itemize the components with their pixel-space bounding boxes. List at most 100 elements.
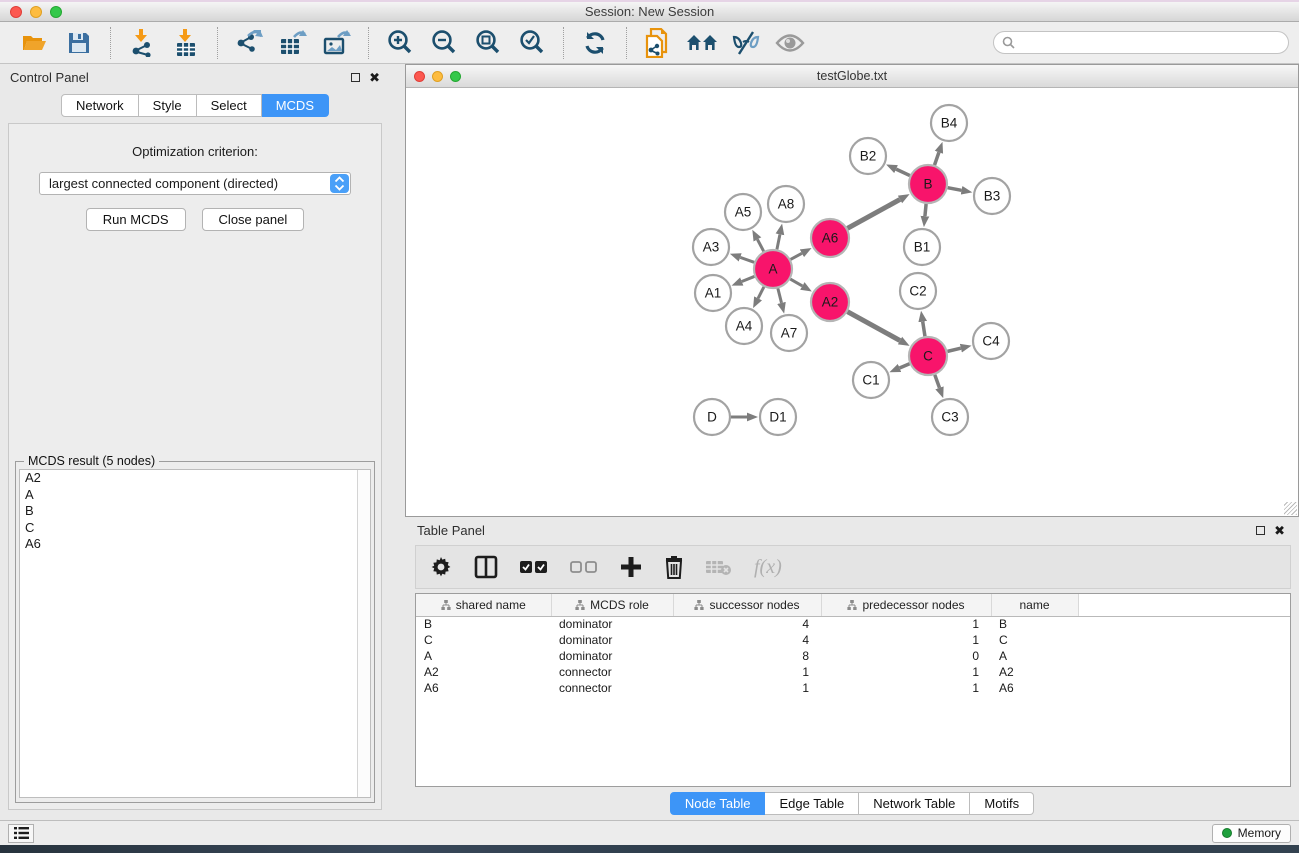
network-minimize-icon[interactable] <box>432 71 443 82</box>
graph-node-C2[interactable]: C2 <box>900 273 936 309</box>
memory-button[interactable]: Memory <box>1212 824 1291 843</box>
edge-C-C2[interactable] <box>923 322 925 337</box>
column-header-predecessor-nodes[interactable]: predecessor nodes <box>821 594 991 616</box>
edge-A-A3[interactable] <box>740 257 754 262</box>
delete-column-trash-icon[interactable] <box>664 555 684 579</box>
window-resize-grip[interactable] <box>1284 502 1297 515</box>
tab-select[interactable]: Select <box>197 94 262 117</box>
graph-node-A7[interactable]: A7 <box>771 315 807 351</box>
refresh-network-icon[interactable] <box>578 27 612 59</box>
close-panel-button[interactable]: Close panel <box>202 208 305 231</box>
network-canvas[interactable]: B4B2BB3A8A5A6A3B1AC2A1A2A4A7C4CC1C3DD1 <box>406 88 1298 516</box>
graph-node-D1[interactable]: D1 <box>760 399 796 435</box>
minimize-window-icon[interactable] <box>30 6 42 18</box>
network-close-icon[interactable] <box>414 71 425 82</box>
edge-A-A4[interactable] <box>758 287 764 299</box>
show-eye-icon[interactable] <box>773 27 807 59</box>
column-header-successor-nodes[interactable]: successor nodes <box>673 594 821 616</box>
graph-node-B3[interactable]: B3 <box>974 178 1010 214</box>
result-list-item[interactable]: A6 <box>20 536 370 553</box>
zoom-in-icon[interactable] <box>383 27 417 59</box>
network-window-titlebar[interactable]: testGlobe.txt <box>406 65 1298 88</box>
edge-B-B2[interactable] <box>896 169 910 175</box>
edge-C-C4[interactable] <box>947 348 960 351</box>
graph-node-B4[interactable]: B4 <box>931 105 967 141</box>
table-row[interactable]: A2connector11A2 <box>416 664 1290 680</box>
close-table-panel-icon[interactable]: ✖ <box>1274 524 1285 537</box>
export-network-icon[interactable] <box>232 27 266 59</box>
table-row[interactable]: Cdominator41C <box>416 632 1290 648</box>
zoom-selected-icon[interactable] <box>515 27 549 59</box>
edge-A2-C[interactable] <box>848 312 900 341</box>
close-panel-icon[interactable]: ✖ <box>369 71 380 84</box>
zoom-window-icon[interactable] <box>50 6 62 18</box>
graph-node-B2[interactable]: B2 <box>850 138 886 174</box>
graph-node-A[interactable]: A <box>754 250 792 288</box>
edge-B-B1[interactable] <box>925 204 926 216</box>
float-table-panel-icon[interactable] <box>1256 526 1265 535</box>
run-mcds-button[interactable]: Run MCDS <box>86 208 186 231</box>
edge-C-C1[interactable] <box>900 364 910 368</box>
select-all-checkboxes-icon[interactable] <box>520 560 548 574</box>
delete-table-icon[interactable] <box>706 558 732 576</box>
graph-node-B1[interactable]: B1 <box>904 229 940 265</box>
import-table-icon[interactable] <box>169 27 203 59</box>
tab-node-table[interactable]: Node Table <box>670 792 766 815</box>
tab-network-table[interactable]: Network Table <box>859 792 970 815</box>
close-window-icon[interactable] <box>10 6 22 18</box>
criterion-select[interactable]: largest connected component (directed) <box>39 172 351 195</box>
tab-style[interactable]: Style <box>139 94 197 117</box>
export-image-icon[interactable] <box>320 27 354 59</box>
search-box[interactable] <box>993 31 1289 54</box>
column-header-shared-name[interactable]: shared name <box>416 594 551 616</box>
edge-B-B3[interactable] <box>948 188 962 191</box>
network-zoom-icon[interactable] <box>450 71 461 82</box>
graph-node-A2[interactable]: A2 <box>811 283 849 321</box>
result-scrollbar[interactable] <box>357 470 370 797</box>
column-header-MCDS-role[interactable]: MCDS role <box>551 594 673 616</box>
network-from-document-icon[interactable] <box>641 27 675 59</box>
search-input[interactable] <box>1020 36 1280 50</box>
column-header-name[interactable]: name <box>991 594 1078 616</box>
graph-node-C1[interactable]: C1 <box>853 362 889 398</box>
zoom-out-icon[interactable] <box>427 27 461 59</box>
task-history-button[interactable] <box>8 824 34 843</box>
result-list-item[interactable]: B <box>20 503 370 520</box>
open-session-icon[interactable] <box>18 27 52 59</box>
table-options-gear-icon[interactable] <box>430 556 452 578</box>
home-layout-icon[interactable] <box>685 27 719 59</box>
graph-node-A1[interactable]: A1 <box>695 275 731 311</box>
tab-mcds[interactable]: MCDS <box>262 94 329 117</box>
edge-A-A1[interactable] <box>742 276 755 281</box>
table-row[interactable]: A6connector11A6 <box>416 680 1290 696</box>
import-network-icon[interactable] <box>125 27 159 59</box>
graph-node-A3[interactable]: A3 <box>693 229 729 265</box>
save-session-icon[interactable] <box>62 27 96 59</box>
edge-A-A2[interactable] <box>790 279 802 286</box>
deselect-all-checkboxes-icon[interactable] <box>570 560 598 574</box>
export-table-icon[interactable] <box>276 27 310 59</box>
table-row[interactable]: Adominator80A <box>416 648 1290 664</box>
panel-splitter[interactable] <box>390 64 405 820</box>
graph-node-A6[interactable]: A6 <box>811 219 849 257</box>
edge-C-C3[interactable] <box>935 375 940 388</box>
edge-A-A8[interactable] <box>777 234 780 249</box>
graph-node-C3[interactable]: C3 <box>932 399 968 435</box>
graph-node-D[interactable]: D <box>694 399 730 435</box>
edge-A-A6[interactable] <box>791 253 802 259</box>
edge-A-A7[interactable] <box>778 288 782 303</box>
hide-graphics-details-icon[interactable] <box>729 27 763 59</box>
tab-motifs[interactable]: Motifs <box>970 792 1034 815</box>
add-column-icon[interactable] <box>620 556 642 578</box>
edge-A6-B[interactable] <box>848 199 900 228</box>
graph-node-A4[interactable]: A4 <box>726 308 762 344</box>
result-list-item[interactable]: A <box>20 487 370 504</box>
graph-node-C[interactable]: C <box>909 337 947 375</box>
tab-network[interactable]: Network <box>61 94 139 117</box>
tab-edge-table[interactable]: Edge Table <box>765 792 859 815</box>
graph-node-B[interactable]: B <box>909 165 947 203</box>
float-panel-icon[interactable] <box>351 73 360 82</box>
result-list-item[interactable]: A2 <box>20 470 370 487</box>
result-list-item[interactable]: C <box>20 520 370 537</box>
graph-node-A5[interactable]: A5 <box>725 194 761 230</box>
